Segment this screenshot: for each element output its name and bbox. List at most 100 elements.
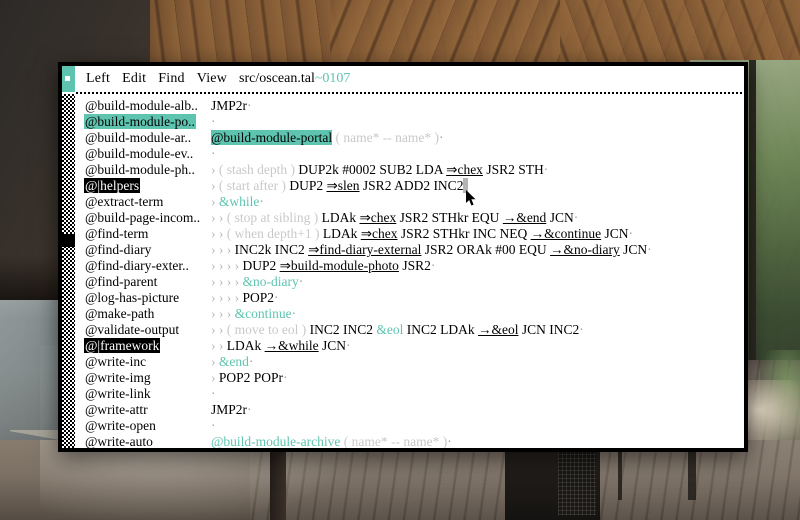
code-line[interactable]: · — [209, 418, 744, 434]
code-token-comment: ( name* -- name* ) — [340, 434, 447, 448]
routine-list-item[interactable]: @write-open — [75, 418, 209, 434]
routine-list-item[interactable]: @find-diary-exter.. — [75, 258, 209, 274]
code-line[interactable]: › ( start after ) DUP2 ⇒slen JSR2 ADD2 I… — [209, 178, 744, 194]
routine-list-item[interactable]: @find-parent — [75, 274, 209, 290]
code-token-label: &while — [219, 194, 260, 209]
code-token-ind: › — [211, 370, 219, 385]
code-line[interactable]: › ( stash depth ) DUP2k #0002 SUB2 LDA ⇒… — [209, 162, 744, 178]
code-token-plain: JSR2 ADD2 INC2 — [360, 178, 464, 193]
routine-list-item[interactable]: @write-inc — [75, 354, 209, 370]
code-token-dot: · — [439, 130, 444, 145]
code-token-ind: › › › — [211, 306, 235, 321]
scrollbar-thumb[interactable] — [62, 234, 75, 247]
menu-item-find[interactable]: Find — [158, 71, 184, 87]
code-token-ind: › › — [211, 210, 227, 225]
code-token-dot: · — [447, 434, 452, 448]
code-token-dot: · — [346, 338, 351, 353]
routine-list-item-label: @write-inc — [84, 354, 147, 369]
foreground-object — [740, 380, 800, 440]
code-line[interactable]: @build-module-archive ( name* -- name* )… — [209, 434, 744, 448]
code-line[interactable]: › POP2 POPr· — [209, 370, 744, 386]
code-line[interactable]: › › LDAk →&while JCN· — [209, 338, 744, 354]
code-line[interactable]: › › › &continue· — [209, 306, 744, 322]
routine-list-item-label: @find-parent — [84, 274, 158, 289]
code-token-ref: ⇒find-diary-external — [308, 242, 421, 257]
routine-list-item[interactable]: @build-page-incom.. — [75, 210, 209, 226]
routine-list-item[interactable]: @build-module-ph.. — [75, 162, 209, 178]
routine-list-item-label: @write-attr — [84, 402, 149, 417]
text-editor-window: Left Edit Find View src/oscean.tal~0107 … — [58, 62, 748, 452]
code-line[interactable]: · — [209, 146, 744, 162]
app-logo-icon[interactable] — [62, 66, 75, 92]
code-token-ref: ⇒build-module-photo — [280, 258, 399, 273]
code-line[interactable]: › › › INC2k INC2 ⇒find-diary-external JS… — [209, 242, 744, 258]
routine-list-item[interactable]: @write-link — [75, 386, 209, 402]
code-token-dot: · — [259, 194, 264, 209]
routine-list-item[interactable]: @write-attr — [75, 402, 209, 418]
code-line[interactable]: @build-module-portal ( name* -- name* )· — [209, 130, 744, 146]
routine-list-item[interactable]: @build-module-po.. — [75, 114, 209, 130]
code-line[interactable]: › › ( when depth+1 ) LDAk ⇒chex JSR2 STH… — [209, 226, 744, 242]
code-token-dot: · — [579, 322, 584, 337]
document-path[interactable]: src/oscean.tal~0107 — [239, 71, 350, 87]
code-token-dot: · — [431, 258, 436, 273]
code-token-dot: · — [274, 290, 279, 305]
routine-list-item[interactable]: @find-diary — [75, 242, 209, 258]
code-token-dot: · — [629, 226, 634, 241]
menu-item-view[interactable]: View — [197, 71, 227, 87]
routine-list-item[interactable]: @validate-output — [75, 322, 209, 338]
code-token-ref: →&end — [503, 210, 547, 225]
code-line[interactable]: › &end· — [209, 354, 744, 370]
routine-list-item[interactable]: @write-auto — [75, 434, 209, 448]
code-line[interactable]: › › › › DUP2 ⇒build-module-photo JSR2· — [209, 258, 744, 274]
menu-item-edit[interactable]: Edit — [122, 71, 146, 87]
right-window-mullion — [749, 60, 756, 360]
menu-item-left[interactable]: Left — [86, 71, 110, 87]
code-token-plain: JSR2 STH — [483, 162, 544, 177]
code-line[interactable]: · — [209, 386, 744, 402]
code-line[interactable]: JMP2r· — [209, 402, 744, 418]
routine-list-item[interactable]: @make-path — [75, 306, 209, 322]
code-token-ref: ⇒slen — [326, 178, 359, 193]
code-token-dot: · — [249, 354, 254, 369]
routine-list-item-label: @|helpers — [84, 178, 140, 193]
routine-list-item-label: @make-path — [84, 306, 155, 321]
routine-list-item-label: @build-module-ph.. — [84, 162, 196, 177]
routine-list-item[interactable]: @build-module-ar.. — [75, 130, 209, 146]
code-token-plain: DUP2 — [289, 178, 326, 193]
code-token-comment: ( stash depth ) — [219, 162, 298, 177]
code-line[interactable]: › › › › &no-diary· — [209, 274, 744, 290]
routine-list-item-label: @find-diary — [84, 242, 152, 257]
code-token-plain: JSR2 STHkr EQU — [396, 210, 503, 225]
routine-list-item-label: @validate-output — [84, 322, 180, 337]
code-token-label: &end — [219, 354, 249, 369]
routine-list-item[interactable]: @|framework — [75, 338, 209, 354]
code-token-dot: · — [283, 370, 288, 385]
routine-list-item[interactable]: @log-has-picture — [75, 290, 209, 306]
code-token-plain: DUP2k #0002 SUB2 LDA — [298, 162, 446, 177]
code-token-ref: ⇒chex — [446, 162, 483, 177]
routine-list-item[interactable]: @find-term — [75, 226, 209, 242]
code-token-plain: INC2 LDAk — [403, 322, 478, 337]
code-token-ref: →&no-diary — [550, 242, 620, 257]
code-line[interactable]: JMP2r· — [209, 98, 744, 114]
routine-list-item-label: @log-has-picture — [84, 290, 180, 305]
routine-list-item[interactable]: @|helpers — [75, 178, 209, 194]
routine-list-item[interactable]: @build-module-ev.. — [75, 146, 209, 162]
routine-list-item[interactable]: @build-module-alb.. — [75, 98, 209, 114]
routine-list-item-label: @|framework — [84, 338, 160, 353]
routine-list-item[interactable]: @extract-term — [75, 194, 209, 210]
source-code-area[interactable]: JMP2r··@build-module-portal ( name* -- n… — [209, 94, 744, 448]
routine-name-list[interactable]: @build-module-alb..@build-module-po..@bu… — [75, 94, 209, 448]
code-line[interactable]: › &while· — [209, 194, 744, 210]
code-line[interactable]: › › › › POP2· — [209, 290, 744, 306]
code-line[interactable]: · — [209, 114, 744, 130]
vertical-scrollbar[interactable] — [62, 94, 75, 448]
code-line[interactable]: › › ( move to eol ) INC2 INC2 &eol INC2 … — [209, 322, 744, 338]
code-token-dot: · — [544, 162, 549, 177]
code-token-dot: · — [647, 242, 652, 257]
code-token-plain: DUP2 — [242, 258, 279, 273]
routine-list-item[interactable]: @write-img — [75, 370, 209, 386]
code-token-hl: @build-module-portal — [211, 130, 332, 145]
code-line[interactable]: › › ( stop at sibling ) LDAk ⇒chex JSR2 … — [209, 210, 744, 226]
